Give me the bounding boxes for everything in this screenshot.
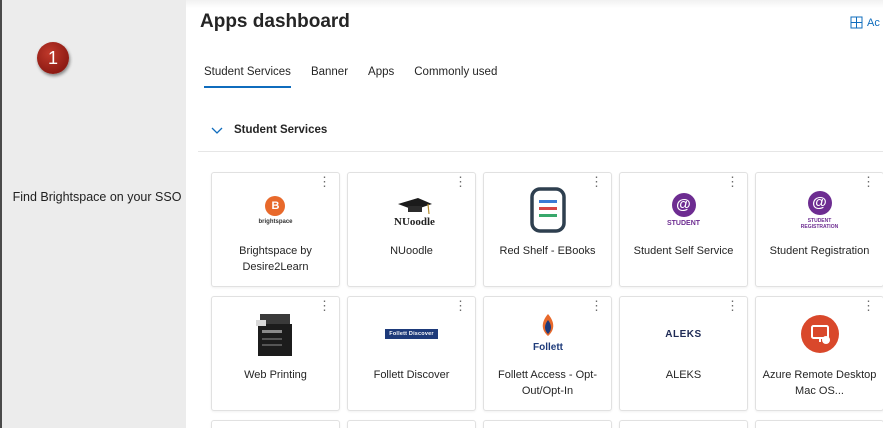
app-tile-student-registration[interactable]: ⋮ @ STUDENT REGISTRATION Student Registr…	[755, 172, 883, 287]
app-tile-label: Follett Access - Opt-Out/Opt-In	[497, 369, 598, 397]
tab-bar: Student Services Banner Apps Commonly us…	[204, 66, 497, 88]
section-divider	[198, 151, 883, 152]
chevron-down-icon	[211, 127, 223, 134]
page-title: Apps dashboard	[200, 11, 350, 32]
top-shade	[186, 0, 883, 8]
aleks-logo-text: ALEKS	[665, 328, 702, 340]
section-title: Student Services	[234, 124, 328, 136]
app-tile-red-shelf[interactable]: ⋮ Red Shelf - EBooks	[483, 172, 612, 287]
instruction-text: Find Brightspace on your SSO	[12, 190, 182, 204]
instruction-panel: 1 Find Brightspace on your SSO	[0, 0, 186, 428]
app-tile-label: Student Self Service	[633, 245, 734, 257]
follett-discover-logo-text: Follett Discover	[385, 329, 438, 339]
app-tile-partial[interactable]	[755, 420, 883, 428]
add-apps-button[interactable]: Ac	[850, 16, 880, 29]
app-tile-web-printing[interactable]: ⋮ Web Printing	[211, 296, 340, 411]
aleks-icon: ALEKS	[620, 309, 747, 359]
tab-student-services[interactable]: Student Services	[204, 66, 291, 88]
app-tile-partial[interactable]	[483, 420, 612, 428]
app-tile-azure-remote-desktop[interactable]: ⋮ Azure Remote Desktop Mac OS...	[755, 296, 883, 411]
follett-access-icon: Follett	[484, 309, 611, 359]
follett-logo-text: Follett	[533, 342, 564, 353]
app-tile-label: Follett Discover	[373, 369, 450, 381]
student-registration-icon: @ STUDENT REGISTRATION	[756, 185, 883, 235]
app-tile-partial[interactable]	[211, 420, 340, 428]
app-tile-label: Student Registration	[769, 245, 870, 257]
redshelf-icon	[484, 185, 611, 235]
step-number-badge: 1	[37, 42, 69, 74]
student-self-service-icon: @ STUDENT	[620, 185, 747, 235]
nuoodle-logo-text: NUoodle	[394, 216, 435, 228]
app-tile-partial[interactable]	[619, 420, 748, 428]
tab-banner[interactable]: Banner	[311, 66, 348, 84]
app-tile-aleks[interactable]: ⋮ ALEKS ALEKS	[619, 296, 748, 411]
follett-discover-icon: Follett Discover	[348, 309, 475, 359]
add-apps-icon	[850, 16, 863, 29]
app-tile-label: Red Shelf - EBooks	[499, 245, 596, 257]
app-tile-label: NUoodle	[390, 245, 433, 257]
apps-dashboard: Apps dashboard Ac Student Services Banne…	[186, 0, 883, 428]
tab-commonly-used[interactable]: Commonly used	[414, 66, 497, 84]
app-tile-label: Brightspace by Desire2Learn	[239, 245, 312, 273]
app-tile-label: ALEKS	[665, 369, 702, 381]
app-tile-follett-access[interactable]: ⋮ Follett Follett Access - Opt-Out/Opt-I…	[483, 296, 612, 411]
app-tile-label: Web Printing	[244, 369, 307, 381]
app-tile-follett-discover[interactable]: ⋮ Follett Discover Follett Discover	[347, 296, 476, 411]
nuoodle-icon: NUoodle	[348, 185, 475, 235]
tab-apps[interactable]: Apps	[368, 66, 394, 84]
app-tile-student-self-service[interactable]: ⋮ @ STUDENT Student Self Service	[619, 172, 748, 287]
printer-icon	[212, 309, 339, 359]
app-tile-label: Azure Remote Desktop Mac OS...	[762, 369, 877, 397]
brightspace-icon: B brightspace	[212, 185, 339, 235]
brightspace-logo-text: brightspace	[258, 218, 293, 225]
add-apps-label: Ac	[867, 16, 880, 29]
app-tile-nuoodle[interactable]: ⋮ NUoodle NUoodle	[347, 172, 476, 287]
remote-desktop-icon	[756, 309, 883, 359]
app-tile-brightspace[interactable]: ⋮ B brightspace Brightspace by Desire2Le…	[211, 172, 340, 287]
section-toggle[interactable]: Student Services	[210, 124, 327, 136]
app-tile-partial[interactable]	[347, 420, 476, 428]
student-registration-logo-text: STUDENT REGISTRATION	[800, 217, 839, 230]
student-logo-text: STUDENT	[666, 220, 701, 227]
